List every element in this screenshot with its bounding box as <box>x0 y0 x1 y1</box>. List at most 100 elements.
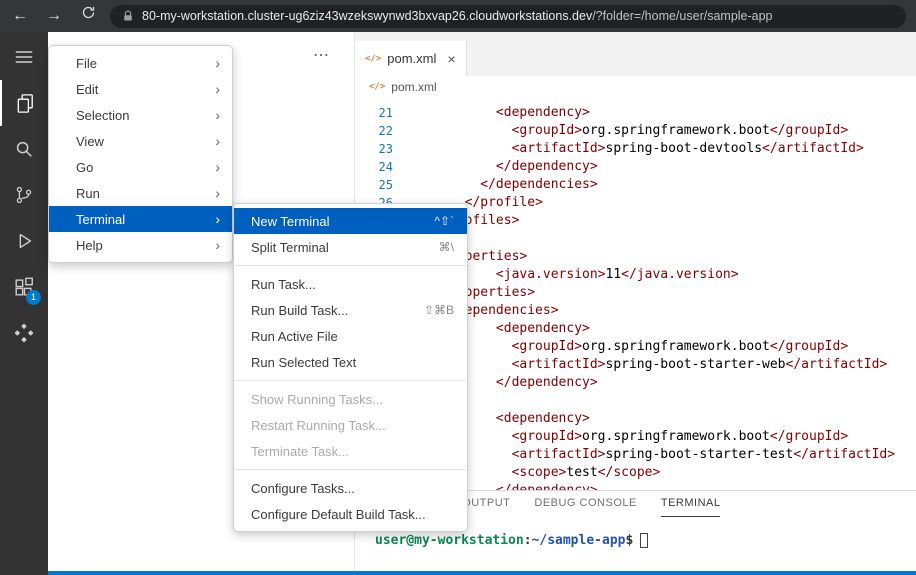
lock-icon <box>122 9 134 23</box>
submenu-item-terminate-task: Terminate Task... <box>234 438 467 464</box>
line-number: 25 <box>355 176 393 194</box>
code-text: <groupId>org.springframework.boot</group… <box>393 122 848 140</box>
extensions-badge: 1 <box>26 290 41 305</box>
terminal-user-host: user@my-workstation <box>375 533 524 548</box>
code-text: <dependency> <box>393 104 590 122</box>
extensions-icon[interactable]: 1 <box>0 264 48 310</box>
submenu-item-label: New Terminal <box>251 214 330 229</box>
terminal-submenu: New Terminal^⇧` Split Terminal ⌘\ Run Task.… <box>233 203 468 532</box>
menu-item-label: Help <box>76 238 103 253</box>
submenu-item-new-terminal[interactable]: New Terminal^⇧` <box>234 208 467 234</box>
activity-bar: 1 <box>0 32 48 575</box>
terminal-colon: : <box>524 533 532 548</box>
submenu-item-label: Run Active File <box>251 329 338 344</box>
menu-item-selection[interactable]: Selection › <box>49 102 232 128</box>
url-query: /?folder=/home/user/sample-app <box>592 9 772 23</box>
menu-item-go[interactable]: Go › <box>49 154 232 180</box>
close-tab-icon[interactable]: × <box>447 51 455 67</box>
menu-item-label: Run <box>76 186 100 201</box>
submenu-item-label: Configure Tasks... <box>251 481 355 496</box>
chevron-right-icon: › <box>215 55 220 71</box>
breadcrumb-item: pom.xml <box>391 80 436 94</box>
menu-item-edit[interactable]: Edit › <box>49 76 232 102</box>
browser-back-button[interactable]: ← <box>8 4 32 28</box>
submenu-item-label: Restart Running Task... <box>251 418 386 433</box>
line-number: 21 <box>355 104 393 122</box>
code-text: </dependencies> <box>393 176 598 194</box>
menu-icon[interactable] <box>0 34 48 80</box>
menu-item-label: Selection <box>76 108 129 123</box>
menu-separator <box>235 469 466 470</box>
submenu-item-run-selected-text[interactable]: Run Selected Text <box>234 349 467 375</box>
menu-item-help[interactable]: Help › <box>49 232 232 258</box>
code-line[interactable]: 22 <groupId>org.springframework.boot</gr… <box>355 122 916 140</box>
tab-label: pom.xml <box>387 51 436 66</box>
tab-pom-xml[interactable]: </> pom.xml × <box>355 41 467 76</box>
run-debug-icon[interactable] <box>0 218 48 264</box>
source-control-icon[interactable] <box>0 172 48 218</box>
xml-file-icon: </> <box>365 54 381 64</box>
code-line[interactable]: 24 </dependency> <box>355 158 916 176</box>
submenu-item-configure-default-build-task[interactable]: Configure Default Build Task... <box>234 501 467 527</box>
browser-reload-button[interactable] <box>76 4 100 28</box>
url-domain: 80-my-workstation.cluster-ug6ziz43wzeksw… <box>142 9 592 23</box>
explorer-icon[interactable] <box>0 80 48 126</box>
line-number: 23 <box>355 140 393 158</box>
submenu-item-label: Run Task... <box>251 277 316 292</box>
menu-item-run[interactable]: Run › <box>49 180 232 206</box>
terminal-path: ~/sample-app <box>532 533 626 548</box>
submenu-item-run-task[interactable]: Run Task... <box>234 271 467 297</box>
submenu-item-run-active-file[interactable]: Run Active File <box>234 323 467 349</box>
menu-separator <box>235 380 466 381</box>
screen: ← → 80-my-workstation.cluster-ug6ziz43wz… <box>0 0 916 575</box>
browser-url-bar[interactable]: 80-my-workstation.cluster-ug6ziz43wzeksw… <box>110 5 906 28</box>
code-line[interactable]: 21 <dependency> <box>355 104 916 122</box>
menu-item-label: Go <box>76 160 93 175</box>
submenu-item-configure-tasks[interactable]: Configure Tasks... <box>234 475 467 501</box>
terminal-cursor <box>640 533 648 548</box>
status-bar <box>48 571 916 575</box>
chevron-right-icon: › <box>215 237 220 253</box>
menu-item-label: View <box>76 134 104 149</box>
code-text: <artifactId>spring-boot-starter-test</ar… <box>393 446 895 464</box>
code-text: </dependency> <box>393 158 598 176</box>
panel-tab-terminal[interactable]: TERMINAL <box>661 491 721 517</box>
application-menu: File›Edit›Selection›View›Go›Run›Terminal… <box>48 45 233 263</box>
line-number: 24 <box>355 158 393 176</box>
browser-forward-button[interactable]: → <box>42 4 66 28</box>
chevron-right-icon: › <box>215 159 220 175</box>
reload-icon <box>81 5 96 20</box>
cloud-code-icon[interactable] <box>0 310 48 356</box>
submenu-item-label: Configure Default Build Task... <box>251 507 426 522</box>
menu-item-label: Terminal <box>76 212 125 227</box>
menu-separator <box>235 265 466 266</box>
submenu-item-run-build-task[interactable]: Run Build Task... ⇧⌘B <box>234 297 467 323</box>
chevron-right-icon: › <box>215 107 220 123</box>
chevron-right-icon: › <box>215 81 220 97</box>
menu-item-file[interactable]: File› <box>49 50 232 76</box>
submenu-item-label: Run Build Task... <box>251 303 348 318</box>
menu-item-view[interactable]: View› <box>49 128 232 154</box>
menu-item-label: Edit <box>76 82 98 97</box>
submenu-item-label: Split Terminal <box>251 240 329 255</box>
breadcrumb[interactable]: </> pom.xml <box>355 76 916 98</box>
submenu-item-label: Run Selected Text <box>251 355 356 370</box>
keyboard-shortcut: ⇧⌘B <box>424 303 454 317</box>
panel-tab-output[interactable]: OUTPUT <box>462 491 510 517</box>
menu-item-terminal[interactable]: Terminal › <box>49 206 232 232</box>
chevron-right-icon: › <box>215 211 220 227</box>
code-line[interactable]: 25 </dependencies> <box>355 176 916 194</box>
submenu-item-label: Terminate Task... <box>251 444 349 459</box>
submenu-item-show-running-tasks: Show Running Tasks... <box>234 386 467 412</box>
sidebar-more-actions-button[interactable]: ⋯ <box>313 45 330 65</box>
url-text: 80-my-workstation.cluster-ug6ziz43wzeksw… <box>142 9 773 23</box>
code-line[interactable]: 23 <artifactId>spring-boot-devtools</art… <box>355 140 916 158</box>
tab-bar: </> pom.xml × <box>355 32 916 76</box>
panel-tab-debug-console[interactable]: DEBUG CONSOLE <box>534 491 636 517</box>
keyboard-shortcut: ⌘\ <box>439 240 454 254</box>
line-number: 22 <box>355 122 393 140</box>
chevron-right-icon: › <box>215 185 220 201</box>
terminal-prompt-symbol: $ <box>625 533 633 548</box>
search-icon[interactable] <box>0 126 48 172</box>
submenu-item-split-terminal[interactable]: Split Terminal ⌘\ <box>234 234 467 260</box>
